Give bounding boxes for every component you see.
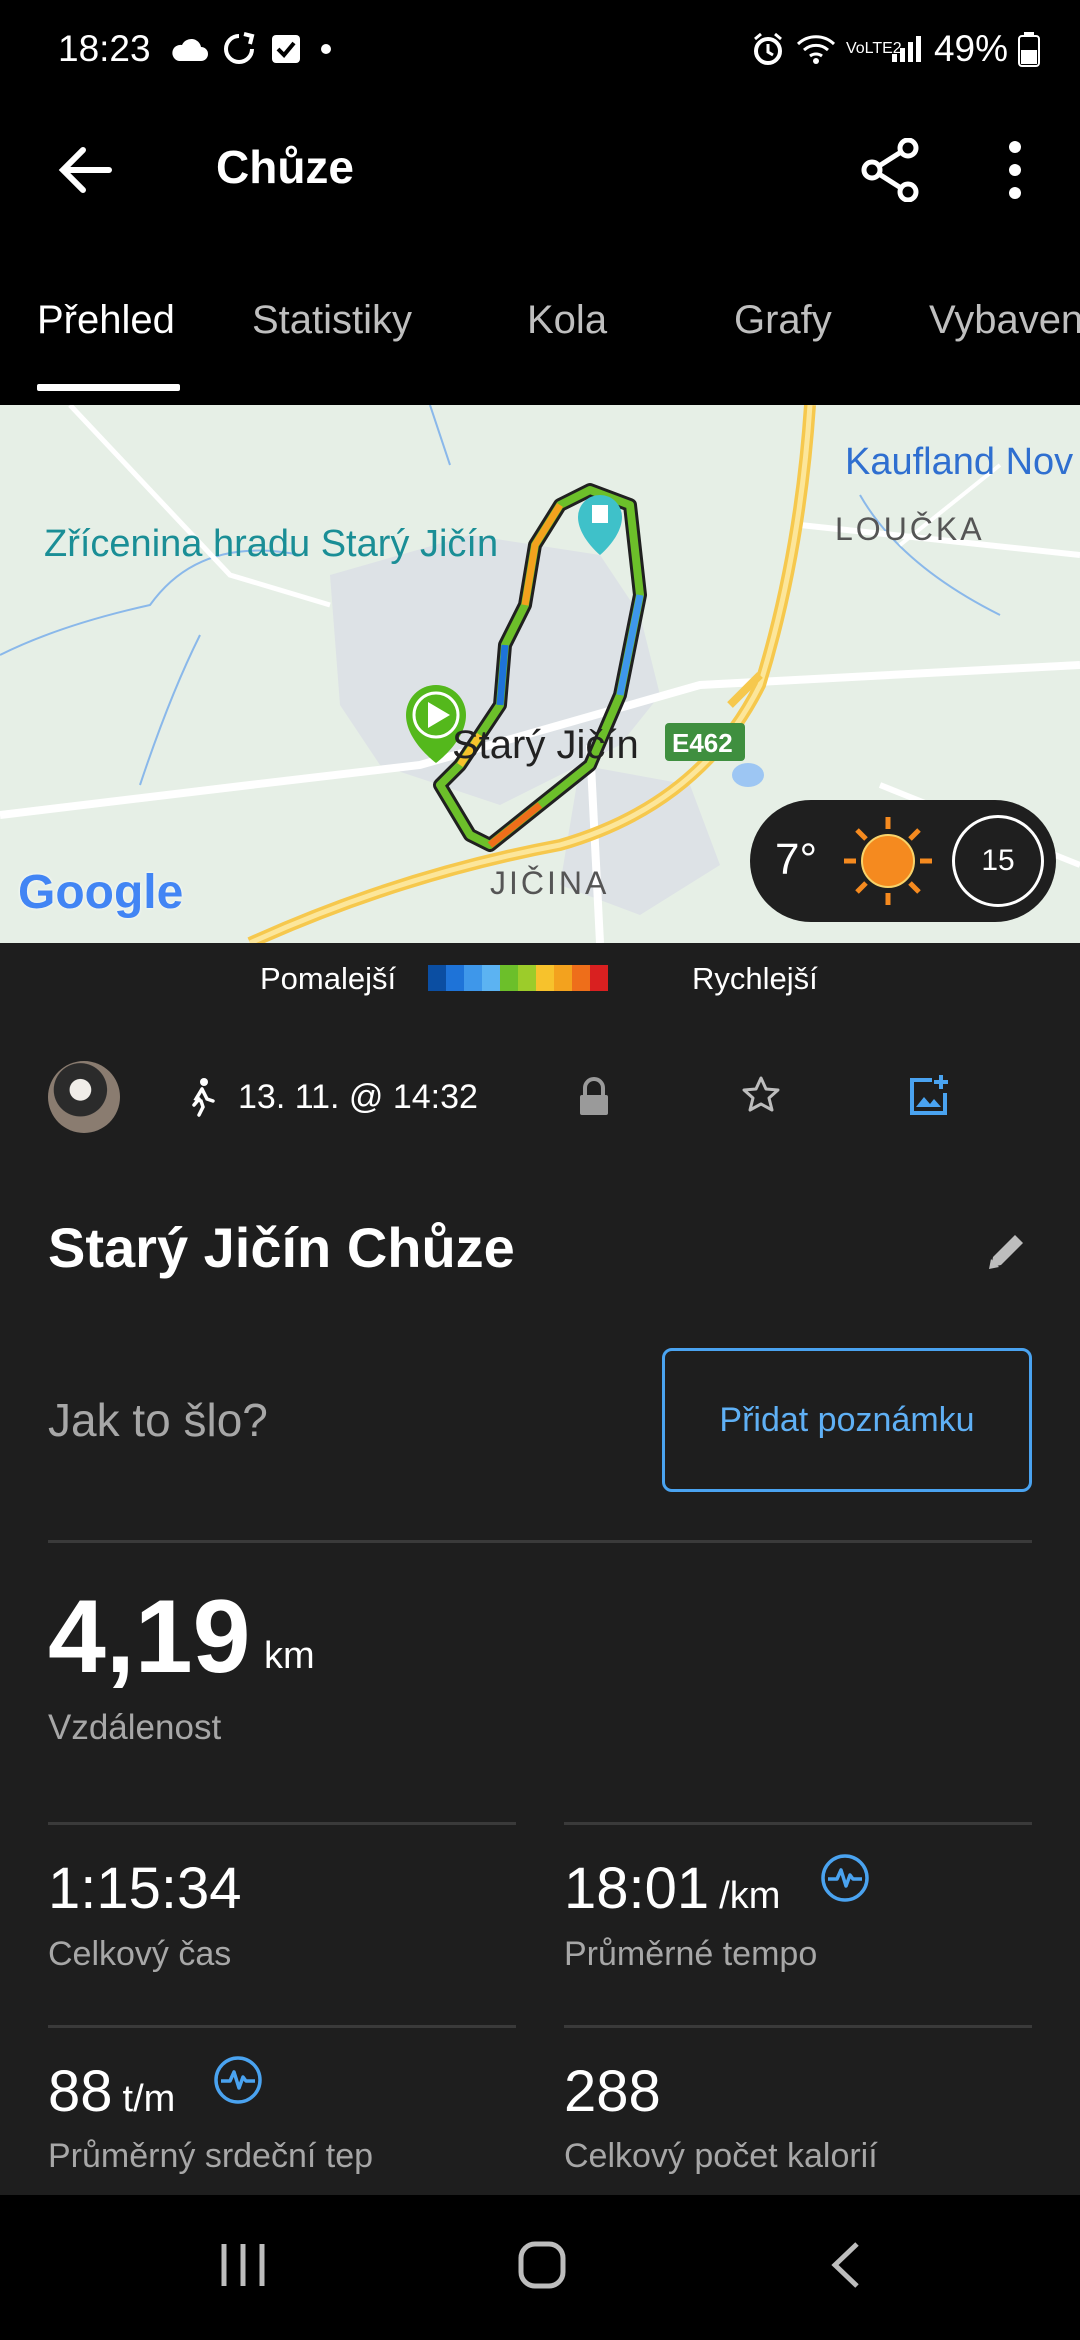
pulse-icon[interactable] [213,2055,263,2105]
avg-pace-label: Průměrné tempo [564,1935,818,1973]
walking-icon [192,1078,215,1117]
distance-label: Vzdálenost [48,1708,222,1747]
home-icon[interactable] [517,2240,567,2290]
tab-bar: Přehled Statistiky Kola Grafy Vybaven [0,270,1080,392]
route-map[interactable]: Zřícenina hradu Starý Jičín Kaufland Nov… [0,405,1080,943]
activity-datetime: 13. 11. @ 14:32 [238,1077,478,1116]
add-photo-button[interactable] [906,1073,952,1124]
status-time: 18:23 [58,28,151,69]
share-button[interactable] [850,130,930,210]
legend-swatch [482,965,500,991]
legend-swatch [500,965,518,991]
status-right: VoLTE2 49% [750,28,1040,70]
add-photo-icon [910,1075,948,1115]
total-time-value: 1:15:34 [48,1856,242,1921]
avatar[interactable] [48,1061,120,1133]
avg-pace-unit: /km [719,1875,781,1917]
legend-swatch [518,965,536,991]
star-icon [742,1076,780,1112]
legend-swatch [464,965,482,991]
divider [48,1822,516,1825]
back-button[interactable] [50,135,120,205]
avg-hr-value: 88 t/m [48,2063,175,2121]
tab-vybaveni[interactable]: Vybaven [929,298,1080,343]
system-nav-bar [0,2195,1080,2340]
legend-color-bar [428,965,608,991]
privacy-button[interactable] [576,1077,612,1122]
legend-slow-label: Pomalejší [260,961,397,996]
weather-temperature: 7° [775,835,818,884]
legend-swatch [572,965,590,991]
sync-icon [224,32,255,64]
page-title: Chůze [216,141,354,193]
divider [564,2025,1032,2028]
edit-title-button[interactable] [985,1229,1029,1278]
wind-indicator: 15 [952,815,1044,907]
avg-hr-unit: t/m [122,2078,176,2120]
lock-icon [580,1077,608,1115]
tab-statistiky[interactable]: Statistiky [252,298,412,343]
recent-apps-icon[interactable] [218,2240,268,2290]
wifi-icon [796,35,835,64]
calories-value: 288 [564,2059,661,2124]
pace-legend: Pomalejší Rychlejší [0,943,1080,1015]
distance-unit: km [264,1635,315,1677]
how-was-it-prompt[interactable]: Jak to šlo? [48,1393,268,1447]
distance-value: 4,19 [48,1579,251,1695]
dot-icon [321,44,331,54]
map-label-road: E462 [672,728,733,758]
google-logo: Google [18,866,184,919]
app-bar: Chůze [0,105,1080,230]
tab-prehled[interactable]: Přehled [37,298,175,343]
sun-icon [844,817,932,905]
battery-icon [1018,32,1040,67]
battery-percent: 49% [933,28,1008,69]
avg-pace-number: 18:01 [564,1856,710,1921]
favorite-button[interactable] [740,1075,782,1120]
back-nav-icon[interactable] [825,2240,865,2290]
legend-swatch [590,965,608,991]
divider [48,2025,516,2028]
signal-icon [891,36,921,62]
tab-grafy[interactable]: Grafy [734,298,832,343]
divider [48,1540,1032,1543]
checkbox-icon [272,35,300,63]
divider [564,1822,1032,1825]
legend-swatch [428,965,446,991]
legend-swatch [554,965,572,991]
pulse-icon[interactable] [820,1853,870,1903]
more-options-button[interactable] [980,130,1050,210]
cloud-icon [172,38,208,61]
wind-speed: 15 [981,844,1015,877]
legend-fast-label: Rychlejší [692,961,818,996]
activity-details: 13. 11. @ 14:32 Starý Jičín Chůze Jak to… [0,1015,1080,2195]
active-tab-indicator [37,384,180,391]
activity-meta: 13. 11. @ 14:32 [186,1077,478,1117]
map-label-jicina: JIČINA [490,865,610,901]
alarm-icon [753,32,782,65]
map-label-loucka: LOUČKA [835,511,985,547]
pencil-icon [989,1235,1023,1269]
legend-swatch [446,965,464,991]
map-label-kaufland: Kaufland Nov [845,441,1074,483]
calories-label: Celkový počet kalorií [564,2137,878,2175]
legend-swatch [536,965,554,991]
map-label-town: Starý Jičín [452,723,639,767]
add-note-button[interactable]: Přidat poznámku [662,1348,1032,1492]
tab-kola[interactable]: Kola [527,298,607,343]
total-time-label: Celkový čas [48,1935,232,1973]
status-left-icons [170,32,336,66]
activity-title: Starý Jičín Chůze [48,1216,515,1279]
status-bar: 18:23 VoLTE2 49% [0,0,1080,105]
avg-hr-label: Průměrný srdeční tep [48,2137,374,2175]
avg-pace-value: 18:01/km [564,1860,780,1918]
share-icon [861,138,919,202]
avg-hr-number: 88 [48,2059,113,2124]
more-vert-icon [1009,141,1021,199]
map-label-castle: Zřícenina hradu Starý Jičín [44,523,499,565]
arrow-left-icon [58,147,112,193]
network-label: VoLTE2 [845,40,902,58]
